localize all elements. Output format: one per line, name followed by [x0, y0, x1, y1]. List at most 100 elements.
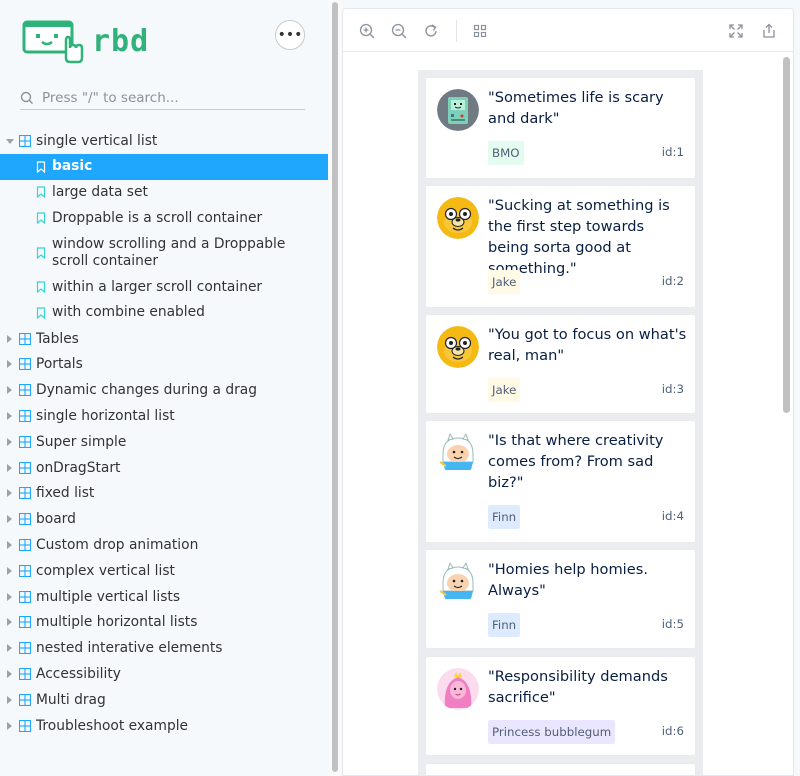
tree-group-label: nested interative elements — [36, 640, 223, 657]
quote-author: Princess bubblegum — [488, 720, 616, 744]
tree-group-label: Super simple — [36, 433, 127, 450]
tree-group[interactable]: single vertical list — [0, 128, 328, 154]
quote-author: BMO — [488, 141, 524, 165]
quote-text: "Responsibility demands sacrifice" — [488, 668, 668, 706]
caret-right-icon — [7, 360, 12, 369]
quote-card[interactable]: "Sometimes life is scary and dark" BMO id:… — [426, 78, 695, 178]
tree-group[interactable]: fixed list — [0, 481, 328, 507]
quote-text: "Homies help homies. Always" — [488, 561, 648, 599]
quote-text: "Sucking at something is the first step … — [488, 197, 670, 277]
tree-group-label: Accessibility — [36, 666, 121, 683]
tree-group[interactable]: multiple vertical lists — [0, 584, 328, 610]
brand-logo[interactable]: rbd — [22, 18, 149, 64]
preview-panel: "Sometimes life is scary and dark" BMO id:… — [342, 8, 794, 776]
tree-group-label: Troubleshoot example — [36, 717, 189, 734]
story-item[interactable]: within a larger scroll container — [0, 274, 328, 300]
canvas-scrollbar[interactable] — [780, 53, 793, 775]
tree-group-label: board — [36, 511, 76, 528]
caret-right-icon — [7, 463, 12, 472]
caret-down-icon — [6, 138, 14, 144]
search-field[interactable] — [20, 86, 305, 110]
quote-card[interactable]: "Sucking at something is the first step … — [426, 186, 695, 307]
caret-right-icon — [7, 386, 12, 395]
quote-id: id:6 — [661, 724, 684, 738]
tree-group[interactable]: Accessibility — [0, 661, 328, 687]
tree-group-label: Dynamic changes during a drag — [36, 382, 257, 399]
tree-group[interactable]: complex vertical list — [0, 558, 328, 584]
quote-card[interactable]: "You got to focus on what's real, man" Ja… — [426, 315, 695, 413]
toolbar-separator — [456, 20, 457, 42]
caret-right-icon — [7, 695, 12, 704]
quote-card[interactable]: "Homies help homies. Always" Finn id:5 — [426, 550, 695, 648]
caret-right-icon — [7, 515, 12, 524]
tree-group-label: Portals — [36, 356, 83, 373]
canvas-scrollbar-thumb[interactable] — [783, 57, 790, 413]
zoom-out-icon — [391, 23, 407, 39]
ellipsis-icon: ••• — [277, 27, 303, 43]
zoom-out-button[interactable] — [390, 22, 408, 40]
jake-avatar — [437, 197, 479, 239]
preview-toolbar — [343, 9, 793, 52]
quote-id: id:5 — [661, 617, 684, 631]
tree-group[interactable]: nested interative elements — [0, 635, 328, 661]
grid-icon — [473, 24, 487, 38]
story-item[interactable]: window scrolling and a Droppable scroll … — [0, 231, 328, 274]
reset-zoom-icon — [425, 24, 437, 37]
component-icon — [18, 487, 32, 503]
tree-group[interactable]: Portals — [0, 352, 328, 378]
tree-group[interactable]: board — [0, 506, 328, 532]
bookmark-icon — [36, 247, 46, 263]
story-item-label: with combine enabled — [52, 304, 205, 321]
share-icon — [763, 23, 775, 38]
grid-button[interactable] — [471, 22, 489, 40]
menu-button[interactable]: ••• — [275, 20, 305, 50]
tree-group-label: complex vertical list — [36, 562, 175, 579]
quote-card-partial[interactable] — [426, 764, 695, 775]
component-icon — [18, 134, 32, 151]
tree-group-label: fixed list — [36, 485, 95, 502]
search-input[interactable] — [42, 89, 292, 106]
fullscreen-button[interactable] — [727, 22, 745, 40]
story-item[interactable]: large data set — [0, 180, 328, 206]
tree-group[interactable]: Super simple — [0, 429, 328, 455]
caret-right-icon — [7, 592, 12, 601]
story-item[interactable]: with combine enabled — [0, 300, 328, 326]
caret-right-icon — [7, 721, 12, 730]
tree-group[interactable]: Dynamic changes during a drag — [0, 377, 328, 403]
story-tree: single vertical list basic large data set D… — [0, 128, 328, 739]
tree-group[interactable]: Tables — [0, 326, 328, 352]
tree-group[interactable]: Multi drag — [0, 687, 328, 713]
component-icon — [18, 693, 32, 710]
component-icon — [18, 513, 32, 529]
share-button[interactable] — [760, 22, 778, 40]
quote-text: "You got to focus on what's real, man" — [488, 326, 687, 364]
quote-list[interactable]: "Sometimes life is scary and dark" BMO id:… — [418, 70, 703, 775]
caret-right-icon — [7, 437, 12, 446]
story-item-label: large data set — [52, 183, 148, 200]
quote-id: id:1 — [661, 145, 684, 159]
component-icon — [18, 410, 32, 426]
quote-card[interactable]: "Is that where creativity comes from? Fr… — [426, 421, 695, 542]
bmo-avatar — [437, 89, 479, 131]
zoom-in-button[interactable] — [358, 22, 376, 40]
sidebar-scrollbar[interactable] — [329, 0, 341, 776]
component-icon — [18, 384, 32, 400]
finn-avatar — [437, 432, 479, 474]
tree-group[interactable]: multiple horizontal lists — [0, 610, 328, 636]
component-icon — [18, 719, 32, 736]
bookmark-icon — [36, 307, 46, 323]
quote-card[interactable]: "Responsibility demands sacrifice" Prince… — [426, 657, 695, 755]
component-icon — [18, 538, 32, 555]
tree-group[interactable]: Troubleshoot example — [0, 713, 328, 739]
reset-zoom-button[interactable] — [422, 22, 440, 40]
tree-group-label: onDragStart — [36, 459, 121, 476]
tree-group[interactable]: Custom drop animation — [0, 532, 328, 558]
tree-group[interactable]: single horizontal list — [0, 403, 328, 429]
tree-group[interactable]: onDragStart — [0, 455, 328, 481]
story-item[interactable]: Droppable is a scroll container — [0, 205, 328, 231]
story-item[interactable]: basic — [0, 153, 328, 180]
tree-group-label: single horizontal list — [36, 408, 175, 425]
quote-author: Finn — [488, 613, 521, 637]
component-icon — [18, 667, 32, 684]
sidebar-scrollbar-thumb[interactable] — [332, 2, 338, 772]
